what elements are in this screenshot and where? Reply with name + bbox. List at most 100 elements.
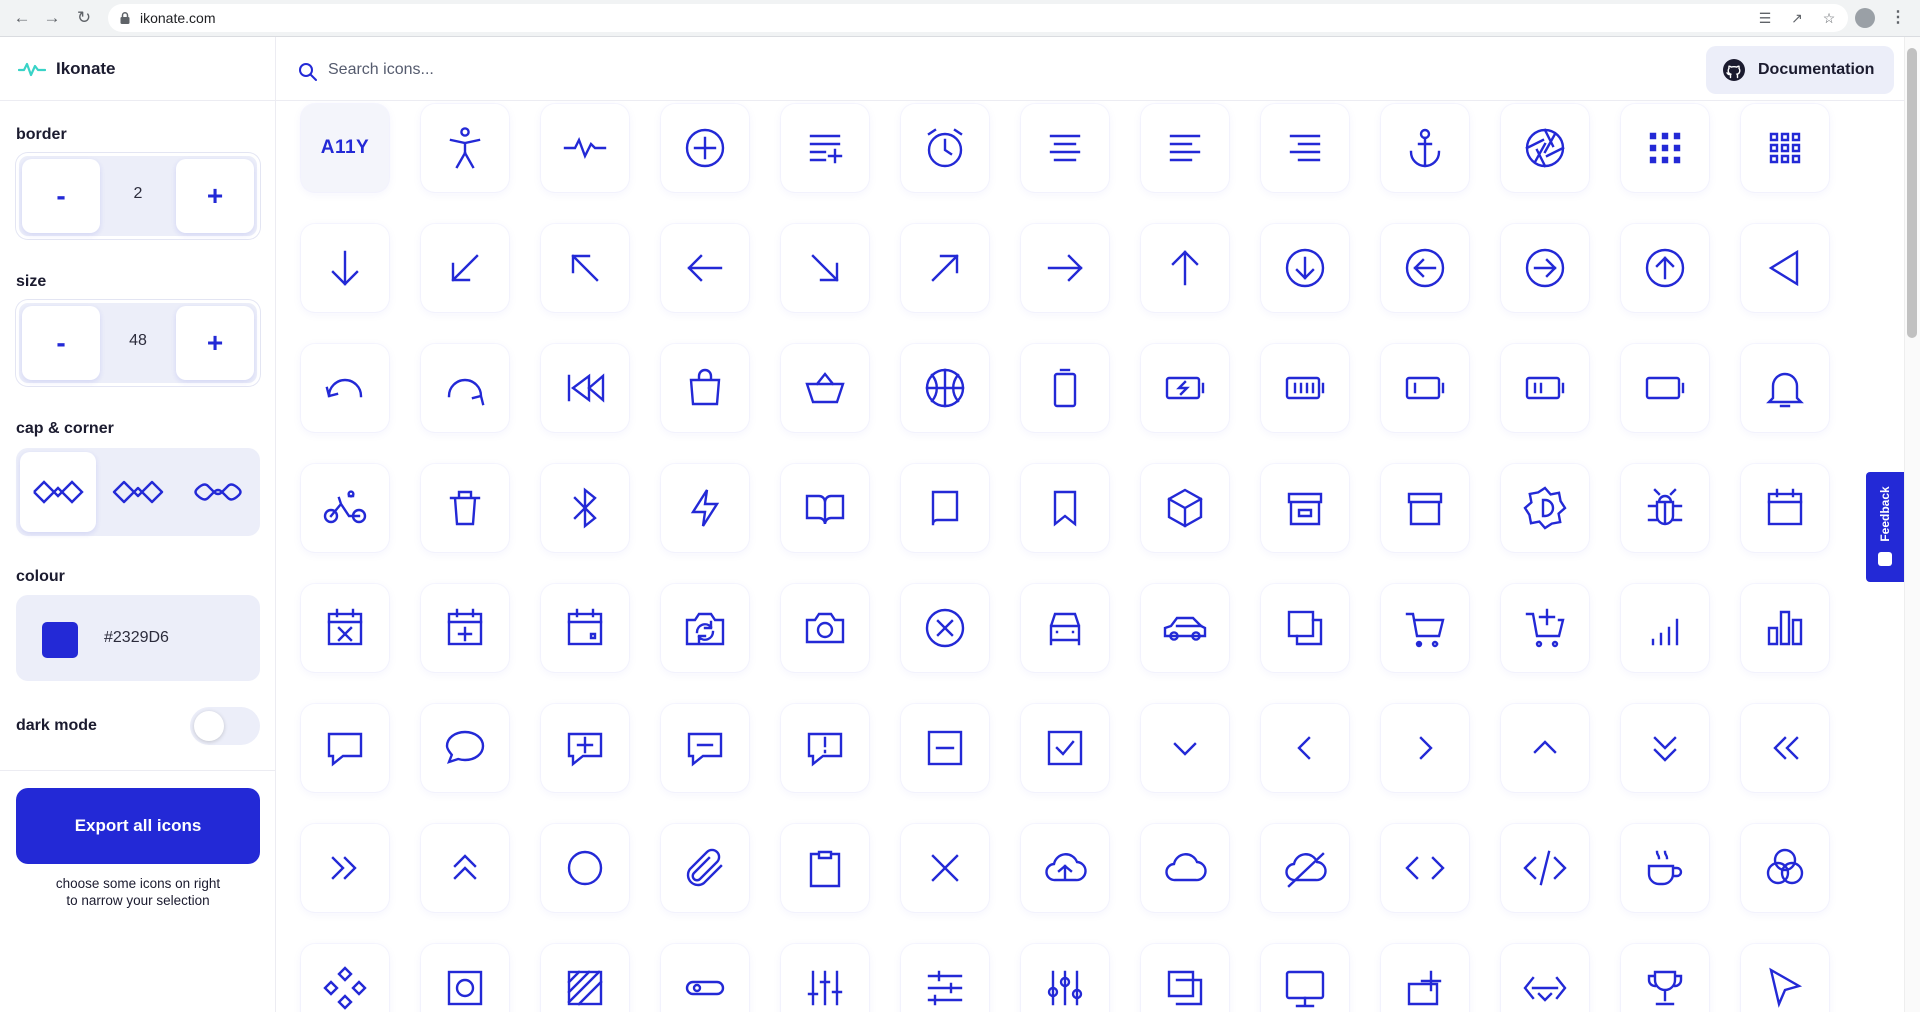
icon-tile-cloud-upload[interactable] bbox=[1021, 824, 1109, 912]
icon-tile-cup[interactable] bbox=[1621, 944, 1709, 1012]
dark-mode-toggle[interactable] bbox=[190, 707, 260, 745]
icon-tile-chevron-down[interactable] bbox=[1141, 704, 1229, 792]
scrollbar-thumb[interactable] bbox=[1907, 48, 1917, 338]
cap-miter-option[interactable] bbox=[20, 452, 96, 532]
icon-tile-accessibility[interactable] bbox=[421, 104, 509, 192]
colour-picker[interactable]: #2329D6 bbox=[16, 595, 260, 681]
search-input[interactable] bbox=[328, 55, 1028, 85]
icon-tile-chevrons-right[interactable] bbox=[301, 824, 389, 912]
icon-tile-chat-error[interactable] bbox=[781, 704, 869, 792]
icon-tile-code[interactable] bbox=[1381, 824, 1469, 912]
icon-tile-apps-alt[interactable] bbox=[1741, 104, 1829, 192]
icon-tile-direction[interactable] bbox=[661, 944, 749, 1012]
feedback-tab[interactable]: Feedback bbox=[1866, 472, 1904, 582]
icon-tile-apps[interactable] bbox=[1621, 104, 1709, 192]
icon-tile-chevron-up[interactable] bbox=[1501, 704, 1589, 792]
icon-tile-brightness[interactable] bbox=[1501, 464, 1589, 552]
documentation-button[interactable]: Documentation bbox=[1706, 46, 1894, 94]
size-increase-button[interactable]: + bbox=[176, 306, 254, 380]
icon-tile-box[interactable] bbox=[1141, 464, 1229, 552]
icon-tile-copy-alt[interactable] bbox=[1141, 944, 1229, 1012]
icon-tile-basket[interactable] bbox=[781, 344, 869, 432]
icon-tile-undo[interactable] bbox=[301, 344, 389, 432]
icon-tile-calendar-add[interactable] bbox=[421, 584, 509, 672]
translate-icon[interactable]: ☰ bbox=[1756, 9, 1774, 27]
icon-tile-cursor[interactable] bbox=[1741, 944, 1829, 1012]
share-icon[interactable]: ↗ bbox=[1788, 9, 1806, 27]
icon-tile-arrow-right[interactable] bbox=[1021, 224, 1109, 312]
icon-tile-copy[interactable] bbox=[1261, 584, 1349, 672]
star-icon[interactable]: ☆ bbox=[1820, 9, 1838, 27]
icon-tile-arrow-up-left[interactable] bbox=[541, 224, 629, 312]
icon-tile-car[interactable] bbox=[1021, 584, 1109, 672]
icon-tile-a11y[interactable]: A11Y bbox=[301, 104, 389, 192]
icon-tile-chevrons-left[interactable] bbox=[1741, 704, 1829, 792]
icon-tile-battery[interactable] bbox=[1021, 344, 1109, 432]
icon-tile-bike[interactable] bbox=[301, 464, 389, 552]
icon-tile-alarm[interactable] bbox=[901, 104, 989, 192]
icon-tile-activity[interactable] bbox=[541, 104, 629, 192]
icon-tile-arrow-down-right[interactable] bbox=[781, 224, 869, 312]
icon-tile-arrow-up[interactable] bbox=[1141, 224, 1229, 312]
icon-tile-add-to-list[interactable] bbox=[781, 104, 869, 192]
icon-tile-code-alt[interactable] bbox=[1501, 824, 1589, 912]
icon-tile-rewind[interactable] bbox=[541, 344, 629, 432]
icon-tile-align-center[interactable] bbox=[1021, 104, 1109, 192]
icon-tile-bin[interactable] bbox=[421, 464, 509, 552]
colour-hex-value[interactable]: #2329D6 bbox=[104, 629, 169, 647]
icon-tile-cloud[interactable] bbox=[1141, 824, 1229, 912]
icon-tile-circle[interactable] bbox=[541, 824, 629, 912]
icon-tile-cart-add[interactable] bbox=[1501, 584, 1589, 672]
icon-tile-chat-bubble[interactable] bbox=[421, 704, 509, 792]
icon-tile-add[interactable] bbox=[661, 104, 749, 192]
icon-tile-remove-square[interactable] bbox=[901, 704, 989, 792]
icon-tile-clipboard[interactable] bbox=[781, 824, 869, 912]
icon-tile-arrow-up-circle[interactable] bbox=[1621, 224, 1709, 312]
icon-tile-arrow-up-right[interactable] bbox=[901, 224, 989, 312]
icon-tile-chevrons-down[interactable] bbox=[1621, 704, 1709, 792]
icon-tile-battery-medium[interactable] bbox=[1501, 344, 1589, 432]
icon-tile-statistics[interactable] bbox=[1741, 584, 1829, 672]
icon-tile-chevron-right[interactable] bbox=[1381, 704, 1469, 792]
icon-tile-battery-empty[interactable] bbox=[1621, 344, 1709, 432]
icon-tile-coffee[interactable] bbox=[1621, 824, 1709, 912]
icon-tile-chat[interactable] bbox=[301, 704, 389, 792]
cap-rounded-option[interactable] bbox=[180, 452, 256, 532]
icon-tile-cancel[interactable] bbox=[901, 584, 989, 672]
border-increase-button[interactable]: + bbox=[176, 159, 254, 233]
icon-tile-chevron-left[interactable] bbox=[1261, 704, 1349, 792]
icon-tile-calendar-remove[interactable] bbox=[301, 584, 389, 672]
icon-tile-controls-alt[interactable] bbox=[901, 944, 989, 1012]
icon-tile-battery-low[interactable] bbox=[1381, 344, 1469, 432]
icon-tile-car-side[interactable] bbox=[1141, 584, 1229, 672]
icon-tile-arrow-right-circle[interactable] bbox=[1501, 224, 1589, 312]
icon-tile-add-square[interactable] bbox=[1381, 944, 1469, 1012]
icon-tile-colour-mixer[interactable] bbox=[1741, 824, 1829, 912]
icon-tile-bookmark[interactable] bbox=[1021, 464, 1109, 552]
reload-icon[interactable]: ↻ bbox=[74, 8, 94, 28]
icon-tile-cloud-off[interactable] bbox=[1261, 824, 1349, 912]
icon-tile-chat-remove[interactable] bbox=[661, 704, 749, 792]
address-bar[interactable]: ikonate.com ☰ ↗ ☆ bbox=[108, 4, 1848, 32]
export-all-button[interactable]: Export all icons bbox=[16, 788, 260, 864]
icon-tile-battery-full[interactable] bbox=[1261, 344, 1349, 432]
icon-tile-crop[interactable] bbox=[541, 944, 629, 1012]
icon-tile-book[interactable] bbox=[901, 464, 989, 552]
icon-tile-redo[interactable] bbox=[421, 344, 509, 432]
icon-tile-arrow-down-left[interactable] bbox=[421, 224, 509, 312]
icon-tile-align-right[interactable] bbox=[1261, 104, 1349, 192]
more-menu-icon[interactable]: ⋮ bbox=[1888, 7, 1908, 29]
cap-round-option[interactable] bbox=[100, 452, 176, 532]
icon-tile-controls-v[interactable] bbox=[1021, 944, 1109, 1012]
icon-tile-bolt[interactable] bbox=[661, 464, 749, 552]
icon-tile-box-alt2[interactable] bbox=[1381, 464, 1469, 552]
icon-tile-display[interactable] bbox=[1261, 944, 1349, 1012]
icon-tile-component[interactable] bbox=[301, 944, 389, 1012]
icon-tile-calendar-event[interactable] bbox=[541, 584, 629, 672]
icon-tile-arrow-down[interactable] bbox=[301, 224, 389, 312]
icon-tile-anchor[interactable] bbox=[1381, 104, 1469, 192]
icon-tile-book-opened[interactable] bbox=[781, 464, 869, 552]
icon-tile-bluetooth[interactable] bbox=[541, 464, 629, 552]
icon-tile-close[interactable] bbox=[901, 824, 989, 912]
icon-tile-calendar[interactable] bbox=[1741, 464, 1829, 552]
